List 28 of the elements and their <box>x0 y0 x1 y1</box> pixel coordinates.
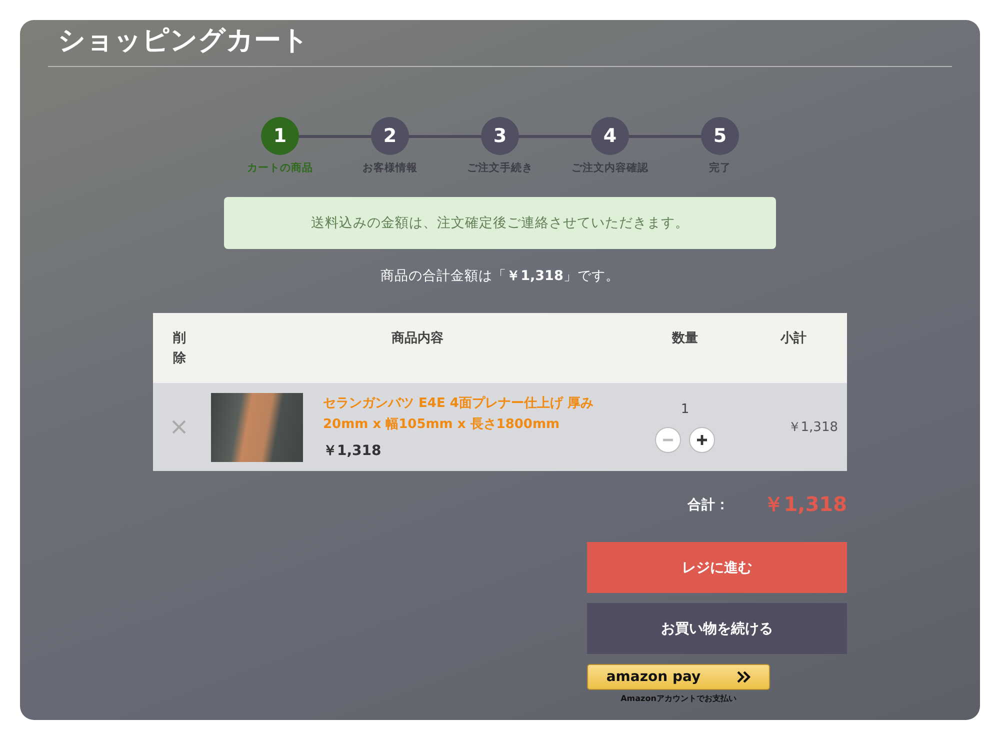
plus-icon <box>696 434 708 446</box>
increase-button[interactable] <box>689 426 715 452</box>
step-circle: 5 <box>701 117 739 155</box>
column-header: 商品内容 <box>390 330 444 348</box>
subtotal-value: ￥1,318 <box>786 419 839 436</box>
step-circle: 4 <box>591 117 629 155</box>
double-chevron-icon <box>736 671 751 683</box>
continue-shopping-button[interactable]: お買い物を続ける <box>587 603 847 654</box>
total-label: 合計： <box>688 496 730 514</box>
column-header: 削除 <box>172 330 186 368</box>
decrease-button[interactable] <box>655 426 681 452</box>
amazon-pay-button[interactable]: amazon pay <box>587 664 770 690</box>
step-label: カートの商品 <box>247 161 313 175</box>
quantity-value: 1 <box>680 402 690 416</box>
checkout-button[interactable]: レジに進む <box>587 542 847 593</box>
column-header: 数量 <box>670 330 699 348</box>
total-value: ￥1,318 <box>764 491 847 518</box>
amazon-pay-caption: Amazonアカウントでお支払い <box>620 693 736 704</box>
step-circle: 3 <box>481 117 519 155</box>
page-title: ショッピングカート <box>48 20 952 67</box>
step-circle: 1 <box>261 117 299 155</box>
column-header: 小計 <box>779 330 808 348</box>
remove-icon[interactable] <box>172 420 186 434</box>
product-price: ￥1,318 <box>323 442 382 460</box>
step-circle: 2 <box>371 117 409 155</box>
notice-alert: 送料込みの金額は、注文確定後ご連絡させていただきます。 <box>224 197 776 249</box>
step-label: お客様情報 <box>362 161 418 175</box>
total-summary: 商品の合計金額は「￥1,318」です。 <box>380 267 620 285</box>
